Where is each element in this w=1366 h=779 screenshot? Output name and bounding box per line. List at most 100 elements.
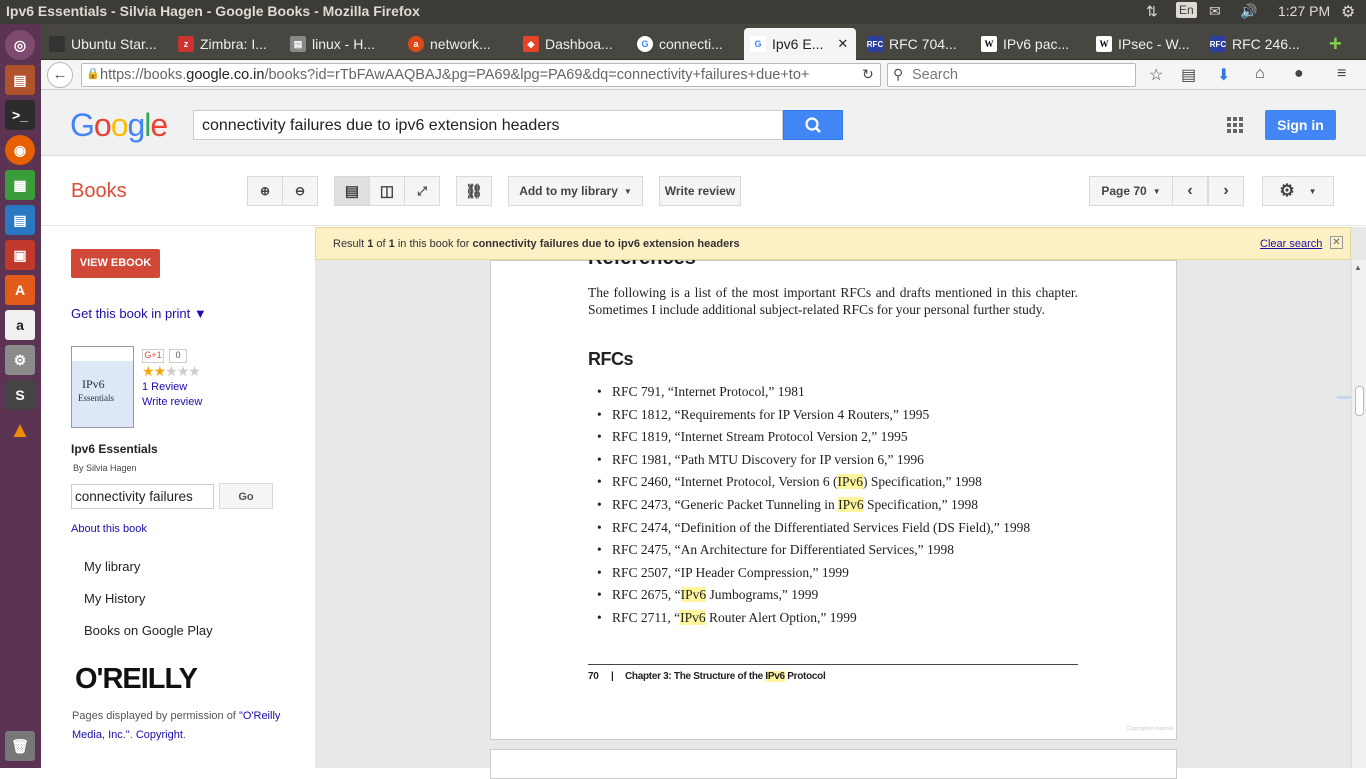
copyright-link[interactable]: Copyright — [136, 729, 183, 741]
books-on-google-play-link[interactable]: Books on Google Play — [84, 623, 213, 638]
lock-icon: 🔒 — [86, 68, 100, 80]
settings-gear-icon[interactable]: ⚙ — [1341, 2, 1355, 22]
clock[interactable]: 1:27 PM — [1278, 3, 1330, 19]
hamburger-menu-icon[interactable]: ≡ — [1337, 65, 1346, 83]
search-icon: ⚲ — [893, 66, 904, 82]
askubuntu-icon: a — [408, 36, 424, 52]
software-center-icon[interactable]: A — [5, 275, 35, 305]
clear-search-link[interactable]: Clear search — [1260, 238, 1322, 250]
reading-list-icon[interactable]: ▤ — [1181, 65, 1196, 85]
my-library-link[interactable]: My library — [84, 559, 140, 574]
star-empty-icon: ★ — [188, 363, 201, 379]
about-this-book-link[interactable]: About this book — [71, 523, 147, 535]
firefox-icon[interactable]: ◉ — [5, 135, 35, 165]
spreadsheet-icon[interactable]: ▦ — [5, 170, 35, 200]
reload-icon[interactable]: ↻ — [862, 66, 874, 83]
tab-ipsec[interactable]: W IPsec - W... — [1090, 28, 1198, 60]
volume-icon[interactable]: 🔊 — [1240, 3, 1257, 20]
fullscreen-icon[interactable]: ⤢ — [404, 176, 440, 206]
single-page-view-icon[interactable]: ▤ — [334, 176, 370, 206]
two-page-view-icon[interactable]: ◫ — [369, 176, 405, 206]
vlc-icon[interactable]: ▲ — [5, 415, 35, 445]
page-selector[interactable]: Page 70 ▼ — [1089, 176, 1173, 206]
google-logo[interactable]: Google — [70, 107, 168, 144]
search-highlight: IPv6 — [838, 496, 864, 512]
add-to-library-button[interactable]: Add to my library ▼ — [508, 176, 643, 206]
view-ebook-button[interactable]: VIEW EBOOK — [71, 249, 160, 278]
tab-rfc-704[interactable]: RFC RFC 704... — [861, 28, 969, 60]
terminal-icon[interactable]: >_ — [5, 100, 35, 130]
star-filled-icon: ★ — [153, 363, 167, 379]
tab-connectivity[interactable]: Gconnecti... — [631, 28, 739, 60]
my-history-link[interactable]: My History — [84, 591, 145, 606]
downloads-icon[interactable]: ⬇ — [1217, 65, 1230, 85]
chevron-down-icon: ▼ — [1308, 186, 1317, 196]
back-button[interactable]: ← — [47, 62, 73, 88]
close-tab-icon[interactable]: ✕ — [837, 36, 848, 52]
cover-title: IPv6 — [82, 377, 105, 391]
list-item: RFC 2460, “Internet Protocol, Version 6 … — [588, 474, 1088, 497]
write-review-button[interactable]: Write review — [659, 176, 741, 206]
ubuntu-dash-icon[interactable]: ◎ — [5, 30, 35, 60]
scrollbar-thumb[interactable] — [1355, 386, 1364, 416]
bookmark-star-icon[interactable]: ☆ — [1149, 65, 1163, 85]
tab-ipv6-essentials[interactable]: G Ipv6 E... ✕ — [744, 28, 856, 60]
vertical-scrollbar[interactable]: ▲ — [1351, 260, 1366, 768]
rfc-icon: RFC — [867, 36, 883, 52]
mail-icon[interactable]: ✉ — [1209, 3, 1221, 20]
google-icon: G — [637, 36, 653, 52]
tab-dashboard[interactable]: ◆ Dashboa... — [517, 28, 625, 60]
writer-icon[interactable]: ▤ — [5, 205, 35, 235]
sign-in-button[interactable]: Sign in — [1265, 110, 1336, 140]
list-item: RFC 2475, “An Architecture for Different… — [588, 542, 1088, 565]
write-review-link[interactable]: Write review — [142, 396, 202, 408]
scroll-up-icon[interactable]: ▲ — [1354, 263, 1362, 272]
zoom-in-icon[interactable]: ⊕ — [247, 176, 283, 206]
navigation-bar: ← 🔒 https://books.google.co.in/books?id=… — [41, 60, 1366, 90]
keyboard-layout-indicator[interactable]: En — [1176, 2, 1197, 18]
google-plus-one-button[interactable]: G+1 — [142, 349, 164, 363]
reviews-link[interactable]: 1 Review — [142, 381, 187, 393]
system-settings-icon[interactable]: ⚙ — [5, 345, 35, 375]
close-icon[interactable]: ✕ — [1330, 236, 1343, 249]
page-intro: The following is a list of the most impo… — [588, 285, 1078, 317]
amazon-icon[interactable]: a — [5, 310, 35, 340]
system-top-bar: Ipv6 Essentials - Silvia Hagen - Google … — [0, 0, 1366, 24]
tab-rfc-246[interactable]: RFC RFC 246... — [1204, 28, 1318, 60]
cover-subtitle: Essentials — [78, 393, 114, 403]
tab-network[interactable]: a network... — [402, 28, 510, 60]
settings-button[interactable]: ⚙ ▼ — [1262, 176, 1334, 206]
home-icon[interactable]: ⌂ — [1255, 65, 1265, 83]
go-button[interactable]: Go — [219, 483, 273, 509]
sublime-text-icon[interactable]: S — [5, 380, 35, 410]
impress-icon[interactable]: ▣ — [5, 240, 35, 270]
search-in-book-input[interactable]: connectivity failures — [71, 484, 214, 509]
network-arrows-icon[interactable]: ⇅ — [1146, 3, 1158, 20]
tab-zimbra[interactable]: z Zimbra: I... — [172, 28, 280, 60]
book-cover-image[interactable]: IPv6 Essentials — [71, 346, 134, 428]
book-title: Ipv6 Essentials — [71, 442, 158, 456]
new-tab-plus-icon[interactable]: + — [1323, 28, 1353, 60]
previous-page-icon[interactable]: ‹ — [1172, 176, 1208, 206]
chevron-down-icon: ▼ — [1152, 186, 1161, 196]
zoom-out-icon[interactable]: ⊖ — [282, 176, 318, 206]
files-icon[interactable]: ▤ — [5, 65, 35, 95]
next-page-icon[interactable]: › — [1208, 176, 1244, 206]
google-search-button[interactable] — [783, 110, 843, 140]
tab-ubuntu[interactable]: Ubuntu Star... — [43, 28, 168, 60]
apps-grid-icon[interactable] — [1227, 117, 1243, 133]
books-section-title[interactable]: Books — [71, 180, 127, 203]
google-search-input[interactable]: connectivity failures due to ipv6 extens… — [193, 110, 783, 140]
list-item: RFC 2474, “Definition of the Differentia… — [588, 520, 1088, 543]
get-book-in-print-link[interactable]: Get this book in print ▼ — [71, 306, 207, 321]
tab-ipv6-packet[interactable]: W IPv6 pac... — [975, 28, 1083, 60]
trash-icon[interactable]: 🗑 — [5, 731, 35, 761]
google-icon: G — [750, 36, 766, 52]
book-page: References The following is a list of th… — [490, 247, 1177, 740]
tab-linux[interactable]: ▤ linux - H... — [284, 28, 392, 60]
url-bar[interactable]: 🔒 https://books.google.co.in/books?id=rT… — [81, 63, 881, 87]
chevron-down-icon: ▼ — [623, 186, 632, 196]
link-icon[interactable]: ⛓ — [456, 176, 492, 206]
search-input[interactable]: ⚲ Search — [887, 63, 1136, 87]
chat-icon[interactable]: ● — [1294, 65, 1304, 83]
